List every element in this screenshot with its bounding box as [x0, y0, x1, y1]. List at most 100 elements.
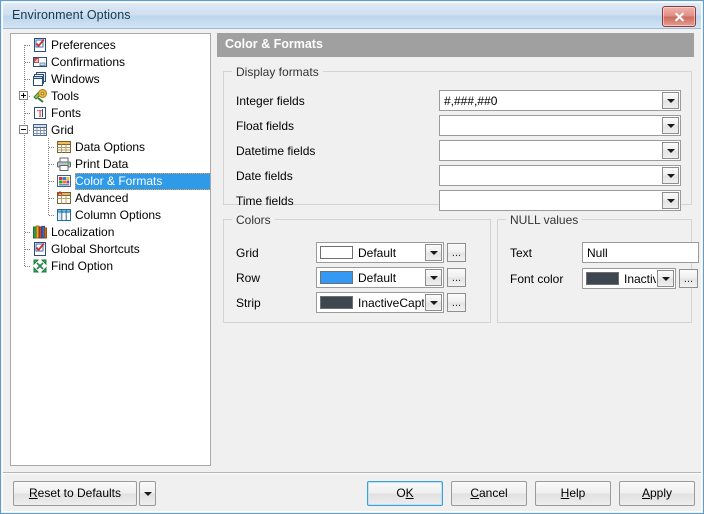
- grid-table-icon: [32, 122, 48, 138]
- integer-fields-value: #,###,##0: [444, 94, 498, 108]
- colors-group: Colors Grid Default... Row Default... Strip I…: [223, 213, 491, 323]
- tree-connector: [49, 181, 55, 182]
- find-option-icon: [32, 258, 48, 274]
- tree-item-grid[interactable]: Grid: [11, 122, 210, 139]
- localization-books-icon: [32, 224, 48, 240]
- tree-item-label: Data Options: [75, 140, 146, 154]
- color-row-dropdown-icon[interactable]: [425, 269, 442, 286]
- color-palette-icon: [56, 173, 72, 189]
- null-font-color-label: Font color: [510, 272, 564, 286]
- checkbox-document-icon: [32, 37, 48, 53]
- tree-item-windows[interactable]: Windows: [11, 71, 210, 88]
- tree-item-column-options[interactable]: Column Options: [11, 207, 210, 224]
- float-fields-label: Float fields: [236, 119, 295, 133]
- date-fields-combo[interactable]: [439, 165, 681, 186]
- color-strip-value: InactiveCaptionTe: [358, 296, 424, 310]
- date-fields-dropdown-icon[interactable]: [662, 167, 679, 184]
- advanced-grid-icon: [56, 190, 72, 206]
- tree-item-color-formats[interactable]: Color & Formats: [11, 173, 210, 190]
- tree-item-label: Color & Formats: [75, 174, 163, 188]
- color-row-label: Row: [236, 271, 261, 285]
- color-grid-browse-button[interactable]: ...: [447, 243, 466, 262]
- close-icon[interactable]: [662, 6, 696, 27]
- null-text-input[interactable]: Null: [582, 242, 699, 263]
- null-values-group: NULL values Text Null Font color Inactiv…: [497, 213, 699, 323]
- ok-button[interactable]: OK: [367, 481, 443, 506]
- color-grid-dropdown-icon[interactable]: [425, 244, 442, 261]
- color-row-browse-button[interactable]: ...: [447, 268, 466, 287]
- tree-item-label: Tools: [51, 89, 80, 103]
- color-strip-combo[interactable]: InactiveCaptionTe: [316, 292, 444, 313]
- tree-connector: [49, 215, 55, 216]
- tree-connector: [25, 266, 31, 267]
- integer-fields-combo[interactable]: #,###,##0: [439, 90, 681, 111]
- display-formats-group: Display formats Integer fields #,###,##0 F…: [223, 65, 692, 211]
- window-title: Environment Options: [12, 8, 131, 22]
- tree-item-find-option[interactable]: Find Option: [11, 258, 210, 275]
- help-button[interactable]: Help: [535, 481, 611, 506]
- tree-item-data-options[interactable]: Data Options: [11, 139, 210, 156]
- color-row-combo[interactable]: Default: [316, 267, 444, 288]
- tree-expander-minus-icon[interactable]: [19, 125, 28, 134]
- null-font-color-combo[interactable]: InactiveC: [582, 268, 676, 289]
- date-fields-label: Date fields: [236, 169, 293, 183]
- tree-item-global-shortcuts[interactable]: Global Shortcuts: [11, 241, 210, 258]
- time-fields-label: Time fields: [236, 194, 294, 208]
- datetime-fields-dropdown-icon[interactable]: [662, 142, 679, 159]
- tree-connector: [25, 232, 31, 233]
- content-panel: Color & Formats Display formats Integer …: [217, 33, 699, 466]
- tree-item-label: Confirmations: [51, 55, 126, 69]
- null-text-label: Text: [510, 246, 533, 260]
- footer-divider-highlight: [3, 473, 701, 474]
- tree-item-label: Windows: [51, 72, 100, 86]
- float-fields-dropdown-icon[interactable]: [662, 117, 679, 134]
- datetime-fields-combo[interactable]: [439, 140, 681, 161]
- color-strip-dropdown-icon[interactable]: [425, 294, 442, 311]
- color-grid-label: Grid: [236, 246, 259, 260]
- tree-item-tools[interactable]: Tools: [11, 88, 210, 105]
- color-row-swatch: [320, 271, 353, 284]
- null-font-color-dropdown-icon[interactable]: [657, 270, 674, 287]
- color-strip-browse-button[interactable]: ...: [447, 293, 466, 312]
- tree-item-label: Column Options: [75, 208, 162, 222]
- dialog-body: Preferences Confirmations Windows Tools T Fon…: [3, 29, 701, 511]
- tree-expander-plus-icon[interactable]: [19, 91, 28, 100]
- tree-item-confirmations[interactable]: Confirmations: [11, 54, 210, 71]
- null-text-value: Null: [587, 246, 608, 260]
- tree-item-localization[interactable]: Localization: [11, 224, 210, 241]
- tree-item-label: Advanced: [75, 191, 129, 205]
- null-values-title: NULL values: [506, 213, 583, 227]
- time-fields-dropdown-icon[interactable]: [662, 192, 679, 209]
- tree-item-label: Find Option: [51, 259, 114, 273]
- window-inner-frame: Environment Options Preferences Confirmat…: [2, 2, 702, 512]
- font-letter-icon: T: [32, 105, 48, 121]
- color-row-value: Default: [358, 271, 397, 285]
- float-fields-combo[interactable]: [439, 115, 681, 136]
- tree-item-preferences[interactable]: Preferences: [11, 37, 210, 54]
- null-font-color-browse-button[interactable]: ...: [679, 269, 698, 288]
- tree-item-advanced[interactable]: Advanced: [11, 190, 210, 207]
- environment-options-window: Environment Options Preferences Confirmat…: [0, 0, 704, 514]
- color-strip-swatch: [320, 296, 353, 309]
- tree-item-fonts[interactable]: T Fonts: [11, 105, 210, 122]
- tree-item-print-data[interactable]: Print Data: [11, 156, 210, 173]
- tree-connector: [25, 45, 31, 46]
- integer-fields-dropdown-icon[interactable]: [662, 92, 679, 109]
- color-grid-value: Default: [358, 246, 397, 260]
- datetime-fields-label: Datetime fields: [236, 144, 316, 158]
- tree-item-label: Preferences: [51, 38, 116, 52]
- time-fields-combo[interactable]: [439, 190, 681, 211]
- cancel-button[interactable]: Cancel: [451, 481, 527, 506]
- tools-puzzle-icon: [32, 88, 48, 104]
- apply-button[interactable]: Apply: [619, 481, 695, 506]
- options-tree[interactable]: Preferences Confirmations Windows Tools T Fon…: [10, 33, 211, 466]
- reset-to-defaults-button[interactable]: Reset to Defaults: [13, 481, 137, 506]
- colors-title: Colors: [232, 213, 275, 227]
- color-grid-combo[interactable]: Default: [316, 242, 444, 263]
- tree-connector: [25, 113, 31, 114]
- confirm-dialog-icon: [32, 54, 48, 70]
- tree-connector: [49, 147, 55, 148]
- reset-dropdown-icon[interactable]: [139, 481, 156, 506]
- color-grid-swatch: [320, 246, 353, 259]
- color-strip-label: Strip: [236, 296, 261, 310]
